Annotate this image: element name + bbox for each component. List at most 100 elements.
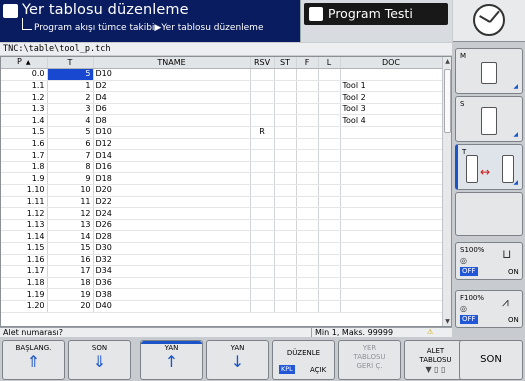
cell-special-tool[interactable] — [274, 242, 297, 255]
cell-tool-number[interactable]: 5 — [47, 126, 94, 139]
begin-softkey[interactable]: BAŞLANG. ⇑ — [2, 340, 65, 380]
cell-tool-number[interactable]: 12 — [47, 207, 94, 220]
cell-pocket[interactable]: 1.13 — [1, 219, 48, 232]
cell-tool-number[interactable]: 6 — [47, 138, 94, 151]
col-header-rsv[interactable]: RSV — [250, 57, 275, 70]
program-test-tab[interactable]: Program Testi — [304, 3, 448, 25]
cell-tool-name[interactable]: D28 — [93, 230, 251, 243]
cell-locked[interactable] — [318, 219, 341, 232]
cell-locked[interactable] — [318, 172, 341, 186]
cell-fixed[interactable] — [296, 265, 319, 278]
cell-tool-number[interactable]: 19 — [47, 288, 94, 301]
cell-tool-number[interactable]: 2 — [47, 91, 94, 104]
off-toggle[interactable]: OFF — [460, 267, 478, 276]
cell-special-tool[interactable] — [274, 254, 297, 267]
end-edit-softkey[interactable]: SON — [459, 340, 523, 380]
cell-locked[interactable] — [318, 68, 341, 81]
cell-comment[interactable] — [340, 126, 443, 139]
edit-toggle-softkey[interactable]: DÜZENLE KPL AÇIK — [272, 340, 335, 380]
t-tool-softkey[interactable]: T ↔ ◢ — [455, 144, 523, 190]
cell-pocket[interactable]: 1.4 — [1, 114, 48, 128]
cell-tool-name[interactable]: D34 — [93, 265, 251, 278]
cell-special-tool[interactable] — [274, 265, 297, 278]
spindle-override[interactable]: S100% ⊔ ◎ OFF ON — [455, 242, 523, 280]
edit-on-toggle[interactable]: AÇIK — [310, 366, 326, 374]
cell-comment[interactable] — [340, 149, 443, 162]
table-row[interactable]: 1.12 12 D24 — [1, 207, 443, 220]
cell-comment[interactable] — [340, 196, 443, 209]
cell-tool-number[interactable]: 11 — [47, 196, 94, 209]
table-row[interactable]: 1.20 20 D40 — [1, 300, 443, 313]
cell-pocket[interactable]: 1.12 — [1, 207, 48, 220]
cell-reserved[interactable] — [250, 172, 275, 186]
cell-reserved[interactable] — [250, 149, 275, 162]
cell-special-tool[interactable] — [274, 80, 297, 93]
cell-comment[interactable]: Tool 1 — [340, 80, 443, 93]
cell-tool-number[interactable]: 9 — [47, 172, 94, 186]
cell-locked[interactable] — [318, 300, 341, 313]
cell-comment[interactable] — [340, 161, 443, 174]
cell-pocket[interactable]: 1.16 — [1, 254, 48, 267]
end-softkey[interactable]: SON ⇓ — [68, 340, 131, 380]
cell-locked[interactable] — [318, 80, 341, 93]
cell-fixed[interactable] — [296, 161, 319, 174]
cell-tool-name[interactable]: D10 — [93, 126, 251, 139]
cell-tool-number[interactable]: 7 — [47, 149, 94, 162]
cell-locked[interactable] — [318, 138, 341, 151]
cell-comment[interactable]: Tool 4 — [340, 114, 443, 128]
cell-comment[interactable] — [340, 254, 443, 267]
cell-tool-name[interactable]: D24 — [93, 207, 251, 220]
cell-tool-number[interactable]: 8 — [47, 161, 94, 174]
cell-comment[interactable] — [340, 242, 443, 255]
cell-tool-name[interactable]: D38 — [93, 288, 251, 301]
table-row[interactable]: 1.8 8 D16 — [1, 161, 443, 174]
cell-reserved[interactable] — [250, 138, 275, 151]
cell-pocket[interactable]: 1.5 — [1, 126, 48, 139]
cell-reserved[interactable] — [250, 300, 275, 313]
cell-pocket[interactable]: 1.10 — [1, 184, 48, 197]
cell-comment[interactable] — [340, 300, 443, 313]
page-up-softkey[interactable]: YAN ↑ — [140, 340, 203, 380]
table-row[interactable]: 1.17 17 D34 — [1, 265, 443, 278]
cell-fixed[interactable] — [296, 114, 319, 128]
cell-reserved[interactable] — [250, 265, 275, 278]
cell-tool-number[interactable]: 3 — [47, 103, 94, 116]
cell-tool-number[interactable]: 1 — [47, 80, 94, 93]
cell-tool-name[interactable]: D14 — [93, 149, 251, 162]
cell-locked[interactable] — [318, 230, 341, 243]
cell-pocket[interactable]: 1.6 — [1, 138, 48, 151]
cell-fixed[interactable] — [296, 149, 319, 162]
cell-fixed[interactable] — [296, 138, 319, 151]
cell-tool-name[interactable]: D36 — [93, 277, 251, 290]
cell-tool-name[interactable]: D10 — [93, 68, 251, 81]
table-row[interactable]: 1.2 2 D4 Tool 2 — [1, 91, 443, 104]
cell-special-tool[interactable] — [274, 219, 297, 232]
table-scrollbar[interactable]: ▲ ▼ — [442, 57, 451, 326]
cell-reserved[interactable] — [250, 207, 275, 220]
cell-comment[interactable] — [340, 172, 443, 186]
cell-reserved[interactable] — [250, 254, 275, 267]
cell-reserved[interactable] — [250, 184, 275, 197]
cell-tool-name[interactable]: D20 — [93, 184, 251, 197]
cell-reserved[interactable] — [250, 80, 275, 93]
cell-comment[interactable]: Tool 3 — [340, 103, 443, 116]
cell-pocket[interactable]: 0.0 — [1, 68, 48, 81]
m-function-softkey[interactable]: M ◢ — [455, 48, 523, 94]
cell-tool-number[interactable]: 14 — [47, 230, 94, 243]
cell-fixed[interactable] — [296, 254, 319, 267]
cell-pocket[interactable]: 1.17 — [1, 265, 48, 278]
cell-tool-name[interactable]: D32 — [93, 254, 251, 267]
table-row[interactable]: 1.11 11 D22 — [1, 196, 443, 209]
scroll-up-icon[interactable]: ▲ — [443, 57, 451, 66]
cell-comment[interactable] — [340, 230, 443, 243]
cell-tool-number[interactable]: 18 — [47, 277, 94, 290]
table-row[interactable]: 1.3 3 D6 Tool 3 — [1, 103, 443, 116]
cell-fixed[interactable] — [296, 126, 319, 139]
feed-override[interactable]: F100% ⩘ ◎ OFF ON — [455, 290, 523, 328]
cell-tool-name[interactable]: D6 — [93, 103, 251, 116]
col-header-doc[interactable]: DOC — [340, 57, 443, 70]
cell-fixed[interactable] — [296, 103, 319, 116]
cell-locked[interactable] — [318, 207, 341, 220]
cell-fixed[interactable] — [296, 172, 319, 186]
cell-special-tool[interactable] — [274, 68, 297, 81]
